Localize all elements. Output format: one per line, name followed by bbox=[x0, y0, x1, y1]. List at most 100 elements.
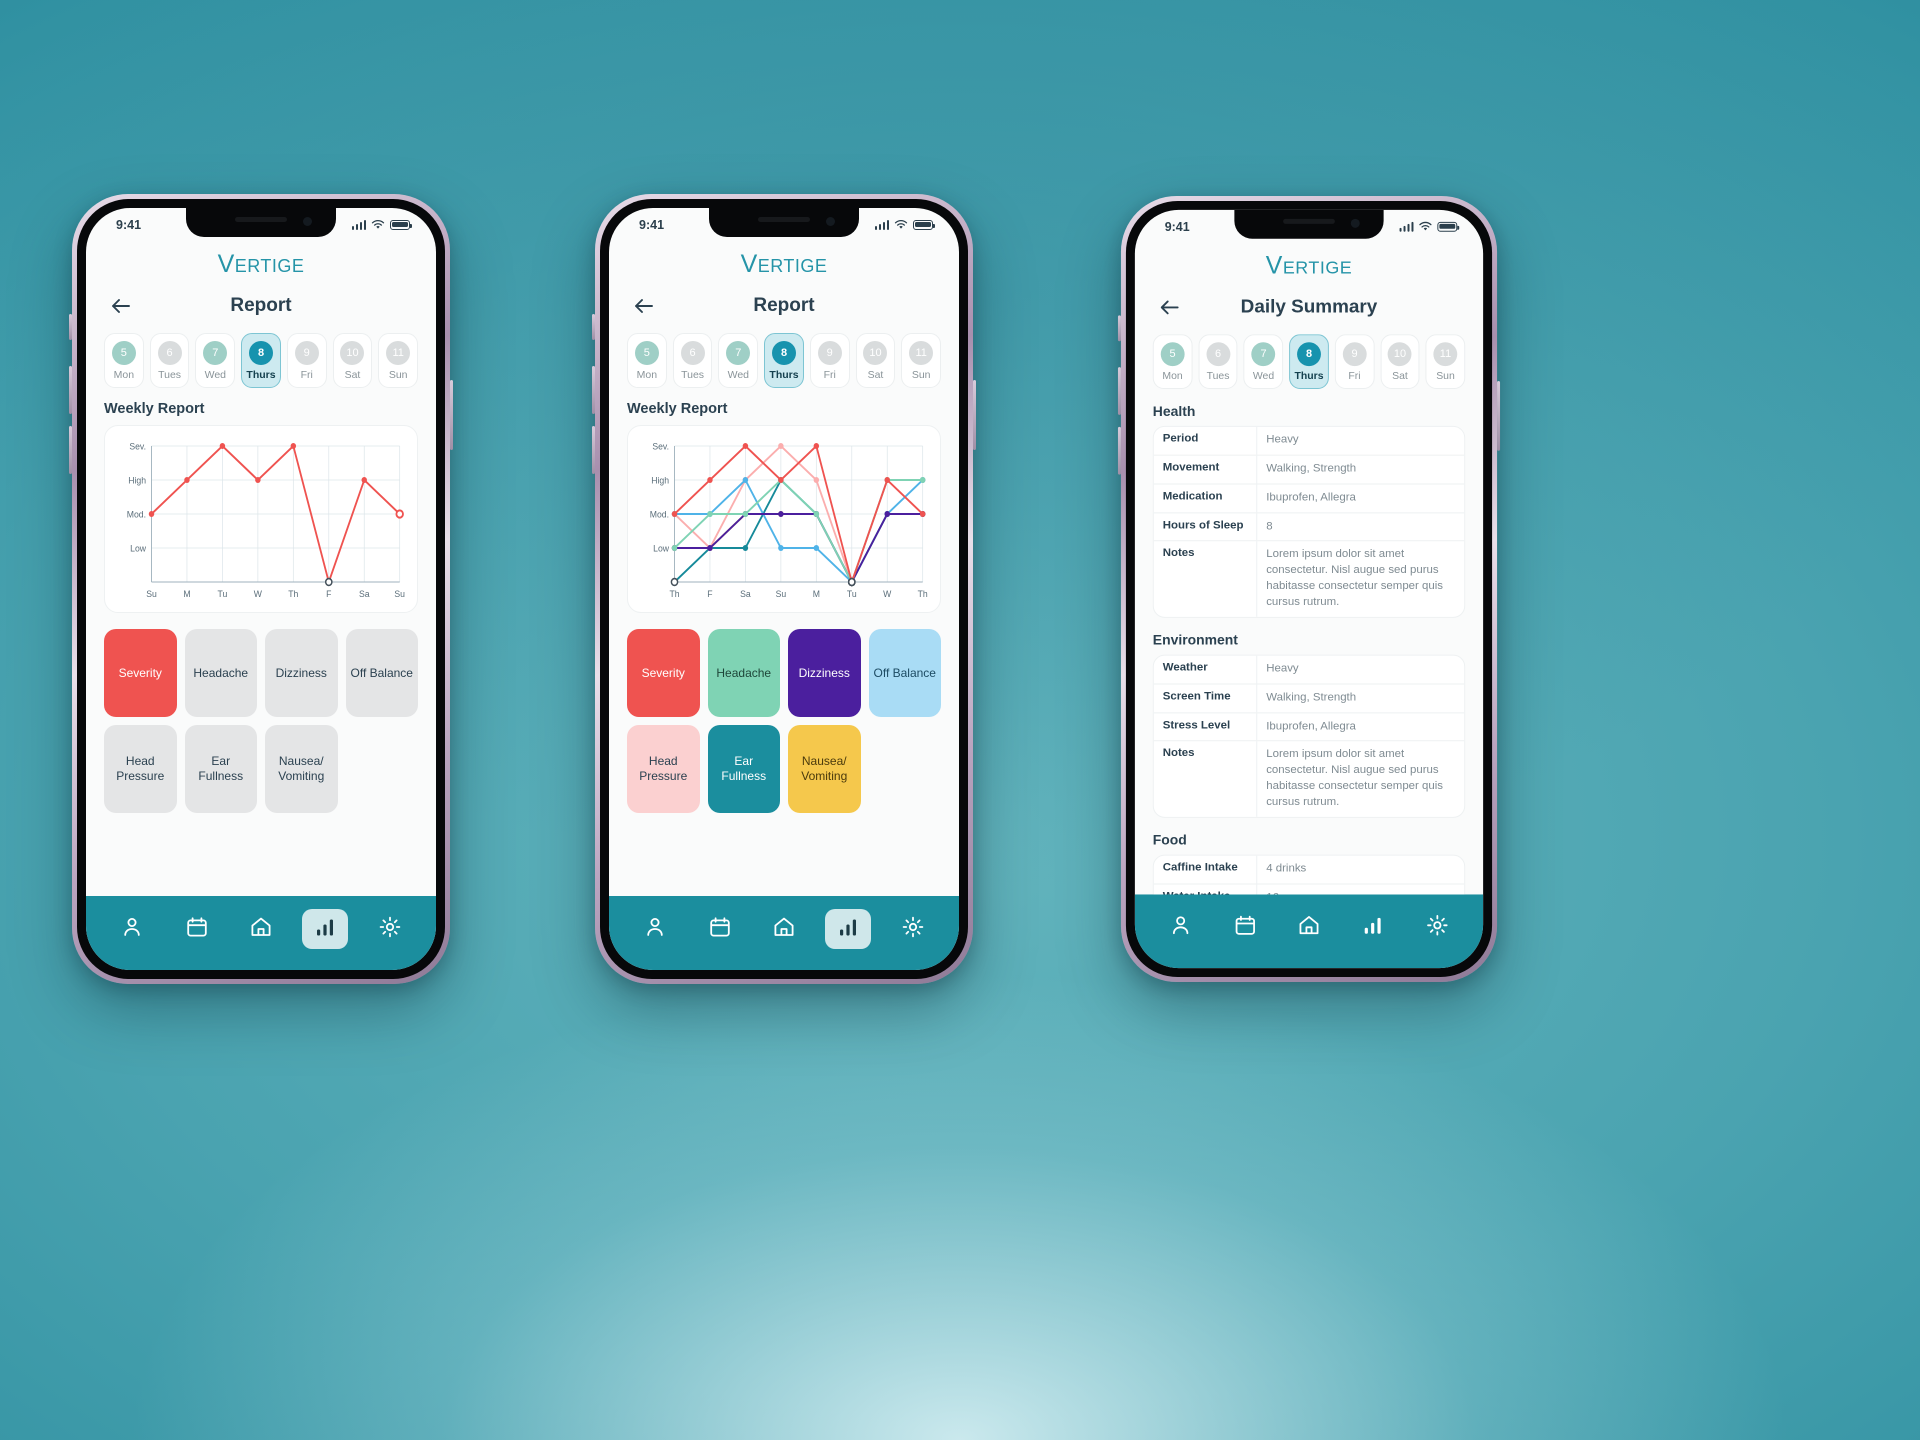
person-icon bbox=[120, 915, 144, 944]
back-arrow-icon[interactable] bbox=[629, 291, 659, 321]
tab-settings[interactable] bbox=[1414, 907, 1460, 947]
front-camera bbox=[826, 217, 835, 226]
day-label: Wed bbox=[1252, 370, 1275, 383]
tab-profile[interactable] bbox=[632, 909, 678, 949]
symptom-chip-ear-fullness[interactable]: Ear Fullness bbox=[707, 725, 780, 813]
day-label: Fri bbox=[1348, 370, 1361, 383]
day-cell-thurs[interactable]: 8 Thurs bbox=[1289, 334, 1329, 390]
tab-profile[interactable] bbox=[1158, 907, 1204, 947]
phone-mockup-report-single: 9:41 Vertige Report 5 Mon 6 Tues 7 Wed 8… bbox=[69, 194, 453, 984]
screen-body: 5 Mon 6 Tues 7 Wed 8 Thurs 9 Fri 10 Sat 11 Sun Health… bbox=[1135, 334, 1483, 895]
symptom-chip-severity[interactable]: Severity bbox=[627, 629, 700, 717]
tab-home[interactable] bbox=[1286, 907, 1332, 947]
phone-mockup-daily-summary: 9:41 Vertige Daily Summary 5 Mon 6 Tues … bbox=[1117, 195, 1501, 983]
tab-calendar[interactable] bbox=[174, 909, 220, 949]
back-arrow-icon[interactable] bbox=[1155, 292, 1185, 322]
notch bbox=[709, 208, 859, 237]
symptom-chip-off-balance[interactable]: Off Balance bbox=[345, 629, 418, 717]
screen-daily-summary: 9:41 Vertige Daily Summary 5 Mon 6 Tues … bbox=[1134, 209, 1484, 969]
symptom-chip-ear-fullness[interactable]: Ear Fullness bbox=[184, 725, 257, 813]
tab-settings[interactable] bbox=[367, 909, 413, 949]
notch bbox=[1234, 209, 1384, 239]
bottom-tab-bar bbox=[609, 896, 959, 970]
symptom-chip-head-pressure[interactable]: Head Pressure bbox=[627, 725, 700, 813]
day-cell-tues[interactable]: 6 Tues bbox=[1198, 334, 1238, 390]
day-cell-wed[interactable]: 7 Wed bbox=[1243, 334, 1284, 390]
svg-text:Su: Su bbox=[146, 589, 157, 599]
row-value: Lorem ipsum dolor sit amet consectetur. … bbox=[1266, 548, 1444, 608]
earpiece-speaker bbox=[235, 217, 287, 222]
day-number: 10 bbox=[340, 341, 365, 365]
tab-calendar[interactable] bbox=[1222, 907, 1268, 947]
volume-down-button bbox=[69, 426, 72, 474]
wifi-icon bbox=[1419, 221, 1432, 231]
day-label: Sat bbox=[344, 369, 361, 381]
screen-report-multi: 9:41 Vertige Report 5 Mon 6 Tues 7 Wed 8… bbox=[609, 208, 959, 970]
day-label: Thurs bbox=[246, 369, 276, 381]
tab-reports[interactable] bbox=[825, 909, 872, 949]
day-cell-sat[interactable]: 10 Sat bbox=[855, 333, 896, 388]
power-button bbox=[973, 380, 976, 450]
phone-mockup-report-multi: 9:41 Vertige Report 5 Mon 6 Tues 7 Wed 8… bbox=[592, 194, 976, 984]
svg-text:W: W bbox=[883, 589, 892, 599]
front-camera bbox=[1350, 218, 1360, 228]
tab-settings[interactable] bbox=[890, 909, 936, 949]
symptom-chip-headache[interactable]: Headache bbox=[184, 629, 257, 717]
day-label: Sat bbox=[1392, 370, 1408, 383]
day-cell-fri[interactable]: 9 Fri bbox=[809, 333, 850, 388]
table-row: Stress Level Ibuprofen, Allegra bbox=[1153, 712, 1465, 742]
day-cell-fri[interactable]: 9 Fri bbox=[1334, 334, 1375, 390]
section-title-food: Food bbox=[1152, 831, 1187, 848]
home-icon bbox=[772, 915, 796, 944]
tab-profile[interactable] bbox=[109, 909, 155, 949]
day-number: 8 bbox=[249, 341, 274, 365]
weekly-severity-chart[interactable]: Sev. High Mod. Low Su M Tu W Th F Sa Su bbox=[115, 436, 407, 608]
day-label: Wed bbox=[204, 369, 226, 381]
tab-reports[interactable] bbox=[1350, 907, 1396, 947]
symptom-chip-dizziness[interactable]: Dizziness bbox=[788, 629, 861, 717]
day-cell-mon[interactable]: 5 Mon bbox=[1152, 334, 1193, 390]
app-brand-title: Vertige bbox=[740, 250, 828, 278]
day-number: 9 bbox=[1342, 342, 1367, 367]
day-cell-thurs[interactable]: 8 Thurs bbox=[764, 333, 804, 388]
day-cell-sun[interactable]: 11 Sun bbox=[901, 333, 942, 388]
tab-reports[interactable] bbox=[302, 909, 349, 949]
symptom-chip-nausea-vomiting[interactable]: Nausea/ Vomiting bbox=[788, 725, 861, 813]
svg-text:Sa: Sa bbox=[359, 589, 370, 599]
day-cell-tues[interactable]: 6 Tues bbox=[672, 333, 713, 388]
weekly-all-symptoms-chart[interactable]: Sev. High Mod. Low Th F Sa Su M Tu W Th bbox=[638, 436, 930, 608]
symptom-chip-dizziness[interactable]: Dizziness bbox=[265, 629, 338, 717]
day-cell-mon[interactable]: 5 Mon bbox=[104, 333, 144, 388]
gear-icon bbox=[1425, 913, 1449, 942]
back-arrow-icon[interactable] bbox=[106, 291, 136, 321]
svg-text:Su: Su bbox=[394, 589, 405, 599]
symptom-chip-severity[interactable]: Severity bbox=[104, 629, 177, 717]
day-cell-sat[interactable]: 10 Sat bbox=[1380, 334, 1420, 390]
symptom-chip-headache[interactable]: Headache bbox=[707, 629, 780, 717]
summary-table-health: Period Heavy Movement Walking, Strength Medi… bbox=[1152, 425, 1466, 618]
day-number: 7 bbox=[1251, 342, 1276, 367]
day-cell-sat[interactable]: 10 Sat bbox=[332, 333, 373, 388]
power-button bbox=[450, 380, 453, 450]
symptom-chip-nausea-vomiting[interactable]: Nausea/ Vomiting bbox=[265, 725, 338, 813]
day-cell-tues[interactable]: 6 Tues bbox=[149, 333, 190, 388]
day-cell-fri[interactable]: 9 Fri bbox=[286, 333, 327, 388]
day-cell-sun[interactable]: 11 Sun bbox=[1425, 334, 1466, 390]
phone-bezel: 9:41 Vertige Report 5 Mon 6 Tues 7 Wed 8… bbox=[77, 199, 445, 979]
earpiece-speaker bbox=[758, 217, 810, 222]
tab-home[interactable] bbox=[238, 909, 284, 949]
day-cell-wed[interactable]: 7 Wed bbox=[195, 333, 236, 388]
row-key: Movement bbox=[1154, 455, 1258, 484]
day-number: 10 bbox=[1388, 342, 1412, 367]
table-row: Weather Heavy bbox=[1153, 655, 1465, 685]
bar-chart-icon bbox=[1361, 913, 1385, 942]
symptom-chip-off-balance[interactable]: Off Balance bbox=[868, 629, 941, 717]
tab-calendar[interactable] bbox=[697, 909, 743, 949]
day-cell-mon[interactable]: 5 Mon bbox=[627, 333, 667, 388]
symptom-chip-head-pressure[interactable]: Head Pressure bbox=[104, 725, 177, 813]
day-cell-wed[interactable]: 7 Wed bbox=[718, 333, 759, 388]
svg-text:Su: Su bbox=[776, 589, 787, 599]
tab-home[interactable] bbox=[761, 909, 807, 949]
day-cell-sun[interactable]: 11 Sun bbox=[378, 333, 419, 388]
day-cell-thurs[interactable]: 8 Thurs bbox=[241, 333, 281, 388]
